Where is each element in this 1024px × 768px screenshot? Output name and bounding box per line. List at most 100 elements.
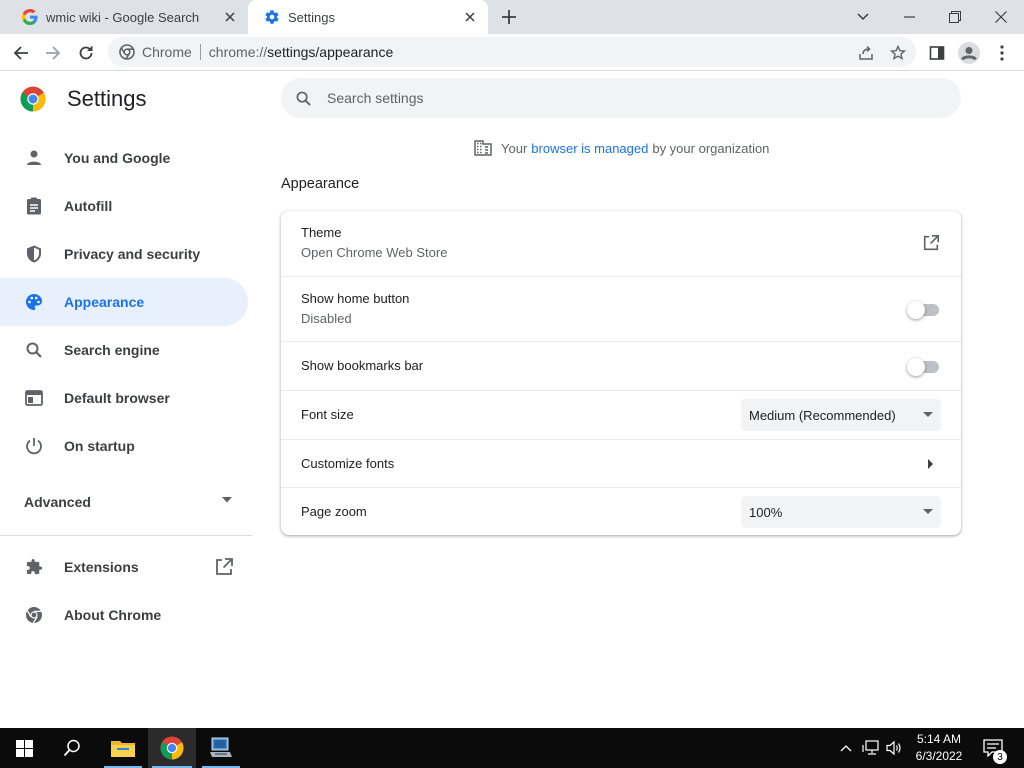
home-button-sublabel: Disabled [301,311,352,326]
taskbar-search-button[interactable] [48,728,96,768]
remote-desktop-taskbar-button[interactable] [198,728,244,768]
sidebar-item-about-chrome[interactable]: About Chrome [0,591,248,639]
minimize-button[interactable] [886,0,932,34]
bookmarks-bar-toggle[interactable] [907,358,939,376]
arrow-left-icon [13,46,28,60]
home-button-toggle[interactable] [907,301,939,319]
person-icon [24,148,44,168]
omnibox-separator [199,44,201,60]
start-button[interactable] [0,728,48,768]
close-tab-icon[interactable] [460,7,480,27]
open-in-new-icon[interactable] [922,234,940,252]
back-button[interactable] [8,40,34,66]
sidebar-item-label: You and Google [64,150,171,166]
taskbar-clock[interactable]: 5:14 AM 6/3/2022 [906,731,972,765]
reload-icon [79,46,93,60]
theme-row[interactable]: Theme Open Chrome Web Store [281,211,961,276]
file-explorer-taskbar-button[interactable] [100,728,146,768]
chrome-taskbar-button[interactable] [148,728,196,768]
sidebar-item-you-and-google[interactable]: You and Google [0,134,248,182]
sidebar-item-privacy-and-security[interactable]: Privacy and security [0,230,248,278]
shield-icon [24,244,44,264]
restore-button[interactable] [932,0,978,34]
sidebar-item-appearance[interactable]: Appearance [0,278,248,326]
home-button-label: Show home button [301,291,410,306]
tab-search-button[interactable] [840,0,886,34]
minimize-icon [903,16,915,18]
close-icon [995,11,1007,23]
customize-fonts-label: Customize fonts [301,456,395,471]
chevron-up-icon [840,745,852,752]
browser-window-icon [24,388,44,408]
sidebar-item-label: Default browser [64,390,170,406]
bookmark-star-button[interactable] [885,40,911,66]
side-panel-icon [929,46,945,60]
search-icon [293,88,313,108]
volume-tray-button[interactable] [884,728,906,768]
customize-fonts-row[interactable]: Customize fonts [281,439,961,487]
sidebar-item-search-engine[interactable]: Search engine [0,326,248,374]
font-size-select[interactable]: Medium (Recommended) [741,399,941,431]
settings-search-input[interactable]: Search settings [281,78,961,118]
sidebar-item-label: Search engine [64,342,160,358]
site-name: Chrome [142,44,192,60]
network-icon [862,740,879,755]
show-hidden-icons-button[interactable] [836,728,856,768]
open-in-new-icon[interactable] [214,557,234,577]
sidebar-item-default-browser[interactable]: Default browser [0,374,248,422]
address-bar[interactable]: Chrome chrome:// settings/appearance [108,37,916,67]
sidebar-item-label: Appearance [64,294,145,310]
sidebar-divider [0,535,252,536]
appearance-settings-card: Theme Open Chrome Web Store Show home bu… [281,211,961,535]
sidebar-item-autofill[interactable]: Autofill [0,182,248,230]
network-tray-button[interactable] [860,728,882,768]
toggle-knob [907,358,925,376]
home-button-row: Show home button Disabled [281,276,961,341]
section-title-appearance: Appearance [281,176,360,192]
share-button[interactable] [853,40,879,66]
sidebar-item-label: Autofill [64,198,113,214]
caret-down-icon [923,412,933,417]
tab-google-search[interactable]: wmic wiki - Google Search [6,0,248,34]
sidebar-advanced-toggle[interactable]: Advanced [24,492,236,512]
star-icon [890,45,906,61]
managed-suffix: by your organization [652,140,770,156]
sidebar-item-extensions[interactable]: Extensions [0,543,248,591]
advanced-label: Advanced [24,494,91,510]
chrome-menu-button[interactable] [989,40,1015,66]
page-zoom-label: Page zoom [301,504,367,519]
arrow-right-icon [46,46,61,60]
side-panel-button[interactable] [924,40,950,66]
forward-button[interactable] [40,40,66,66]
chevron-down-icon [857,13,869,21]
font-size-value: Medium (Recommended) [749,407,896,423]
plus-icon [502,10,516,24]
share-icon [859,45,873,60]
clock-date: 6/3/2022 [915,749,963,763]
toggle-knob [907,301,925,319]
page-zoom-value: 100% [749,504,783,520]
bookmarks-bar-row: Show bookmarks bar [281,341,961,390]
tab-strip: wmic wiki - Google Search Settings [0,0,1024,34]
sidebar-item-label: Privacy and security [64,246,201,262]
tab-settings[interactable]: Settings [248,0,488,34]
managed-notice: Your browser is managed by your organiza… [473,138,769,158]
sidebar-item-on-startup[interactable]: On startup [0,422,248,470]
caret-down-icon [923,509,933,514]
close-tab-icon[interactable] [220,7,240,27]
chrome-site-icon [118,43,136,61]
settings-title: Settings [67,86,147,111]
sidebar-item-label: Extensions [64,559,139,575]
page-zoom-select[interactable]: 100% [741,496,941,528]
managed-link[interactable]: browser is managed [531,141,648,156]
profile-button[interactable] [956,40,982,66]
bookmarks-bar-label: Show bookmarks bar [301,358,424,373]
new-tab-button[interactable] [497,5,521,29]
palette-icon [24,292,44,312]
url-path: settings/appearance [267,44,394,60]
reload-button[interactable] [73,40,99,66]
page-zoom-row: Page zoom 100% [281,487,961,535]
close-window-button[interactable] [978,0,1024,34]
caret-down-icon [222,497,232,503]
theme-sublabel: Open Chrome Web Store [301,245,448,260]
